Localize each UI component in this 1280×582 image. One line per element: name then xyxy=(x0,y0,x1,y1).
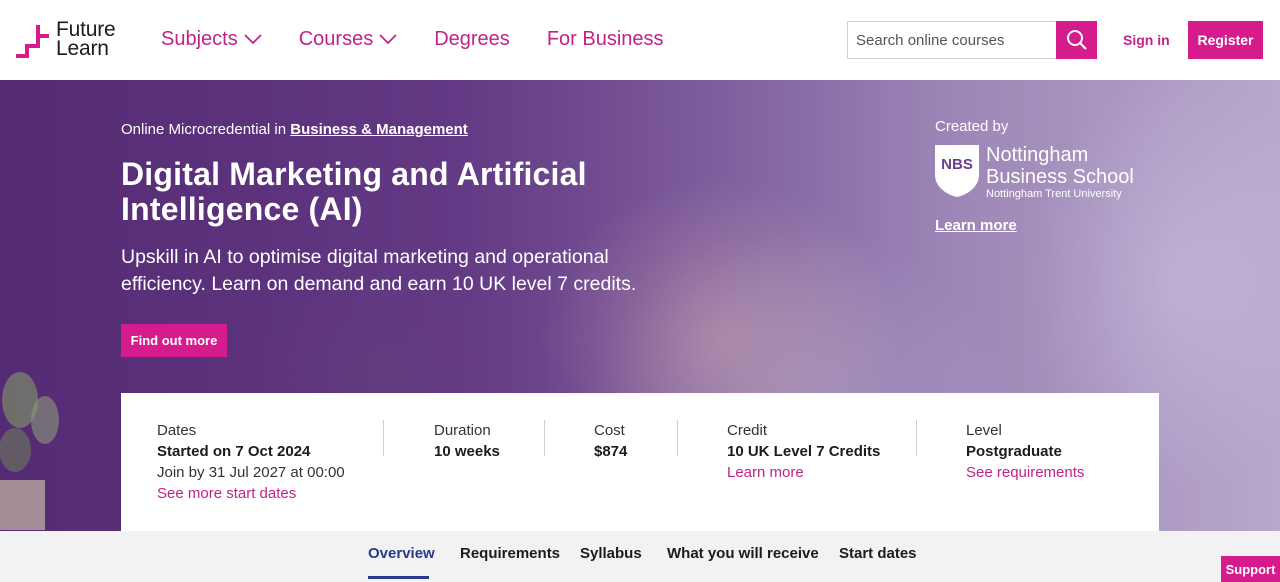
find-out-more-button[interactable]: Find out more xyxy=(121,324,227,357)
tab-what-you-will-receive[interactable]: What you will receive xyxy=(667,545,819,562)
course-title: Digital Marketing and Artificial Intelli… xyxy=(121,156,587,227)
level-label: Level xyxy=(966,422,1002,439)
chevron-down-icon xyxy=(244,34,262,45)
search-button[interactable] xyxy=(1056,21,1097,59)
dates-column: Dates Started on 7 Oct 2024 Join by 31 J… xyxy=(157,420,345,504)
dates-join-note: Join by 31 Jul 2027 at 00:00 xyxy=(157,464,345,481)
course-tabs: Overview Requirements Syllabus What you … xyxy=(0,531,1280,582)
tab-syllabus[interactable]: Syllabus xyxy=(580,545,642,562)
cost-label: Cost xyxy=(594,422,625,439)
course-category: Online Microcredential in Business & Man… xyxy=(121,121,468,138)
category-link[interactable]: Business & Management xyxy=(290,121,468,138)
divider xyxy=(544,420,545,456)
credit-value: 10 UK Level 7 Credits xyxy=(727,443,881,460)
course-info-card: Dates Started on 7 Oct 2024 Join by 31 J… xyxy=(121,393,1159,531)
support-button[interactable]: Support xyxy=(1221,556,1280,582)
divider xyxy=(916,420,917,456)
divider xyxy=(383,420,384,456)
dates-label: Dates xyxy=(157,422,197,439)
partner-logo[interactable]: NBS Nottingham Business School Nottingha… xyxy=(935,145,1134,201)
plant-decoration xyxy=(0,372,59,530)
register-button[interactable]: Register xyxy=(1188,21,1263,59)
course-subtitle: Upskill in AI to optimise digital market… xyxy=(121,246,637,295)
futurelearn-logo[interactable]: Future Learn xyxy=(14,19,124,60)
level-column: Level Postgraduate See requirements xyxy=(966,420,1084,483)
credit-learn-more-link[interactable]: Learn more xyxy=(727,464,804,481)
partner-name: Nottingham Business School Nottingham Tr… xyxy=(986,145,1134,201)
active-tab-indicator xyxy=(368,576,429,579)
main-nav: Subjects Courses Degrees For Business xyxy=(161,28,701,51)
divider xyxy=(677,420,678,456)
logo-text: Future Learn xyxy=(56,19,116,60)
sign-in-link[interactable]: Sign in xyxy=(1123,32,1170,48)
credit-label: Credit xyxy=(727,422,768,439)
nav-subjects-label: Subjects xyxy=(161,28,238,50)
see-more-dates-link[interactable]: See more start dates xyxy=(157,485,296,502)
tab-requirements[interactable]: Requirements xyxy=(460,545,560,562)
created-by-label: Created by xyxy=(935,118,1009,135)
nav-courses-label: Courses xyxy=(298,28,374,50)
nav-degrees-label: Degrees xyxy=(434,28,510,50)
search-icon xyxy=(1066,30,1087,50)
nav-degrees[interactable]: Degrees xyxy=(434,28,510,51)
duration-column: Duration 10 weeks xyxy=(434,420,500,462)
nbs-shield-text: NBS xyxy=(941,156,973,173)
nav-courses[interactable]: Courses xyxy=(299,28,397,51)
nav-subjects[interactable]: Subjects xyxy=(161,28,262,51)
nbs-shield-icon: NBS xyxy=(935,145,979,197)
tab-overview[interactable]: Overview xyxy=(368,545,435,562)
cost-column: Cost $874 xyxy=(594,420,627,462)
category-prefix: Online Microcredential in xyxy=(121,121,287,138)
duration-value: 10 weeks xyxy=(434,443,500,460)
credit-column: Credit 10 UK Level 7 Credits Learn more xyxy=(727,420,880,483)
partner-line3: Nottingham Trent University xyxy=(986,188,1122,200)
logo-line2: Learn xyxy=(56,37,109,60)
search-input[interactable] xyxy=(847,21,1056,59)
see-requirements-link[interactable]: See requirements xyxy=(966,464,1084,481)
nav-for-business[interactable]: For Business xyxy=(547,28,664,51)
partner-line1: Nottingham xyxy=(986,144,1089,166)
partner-learn-more-link[interactable]: Learn more xyxy=(935,217,1017,234)
dates-value: Started on 7 Oct 2024 xyxy=(157,443,311,460)
level-value: Postgraduate xyxy=(966,443,1062,460)
search-bar xyxy=(847,21,1097,59)
nav-for-business-label: For Business xyxy=(546,28,664,50)
tab-start-dates[interactable]: Start dates xyxy=(839,545,917,562)
site-header: Future Learn Subjects Courses Degrees Fo… xyxy=(0,0,1280,80)
cost-value: $874 xyxy=(594,443,628,460)
duration-label: Duration xyxy=(434,422,491,439)
chevron-down-icon xyxy=(379,34,397,45)
partner-line2: Business School xyxy=(986,166,1134,188)
logo-steps-icon xyxy=(16,25,49,58)
